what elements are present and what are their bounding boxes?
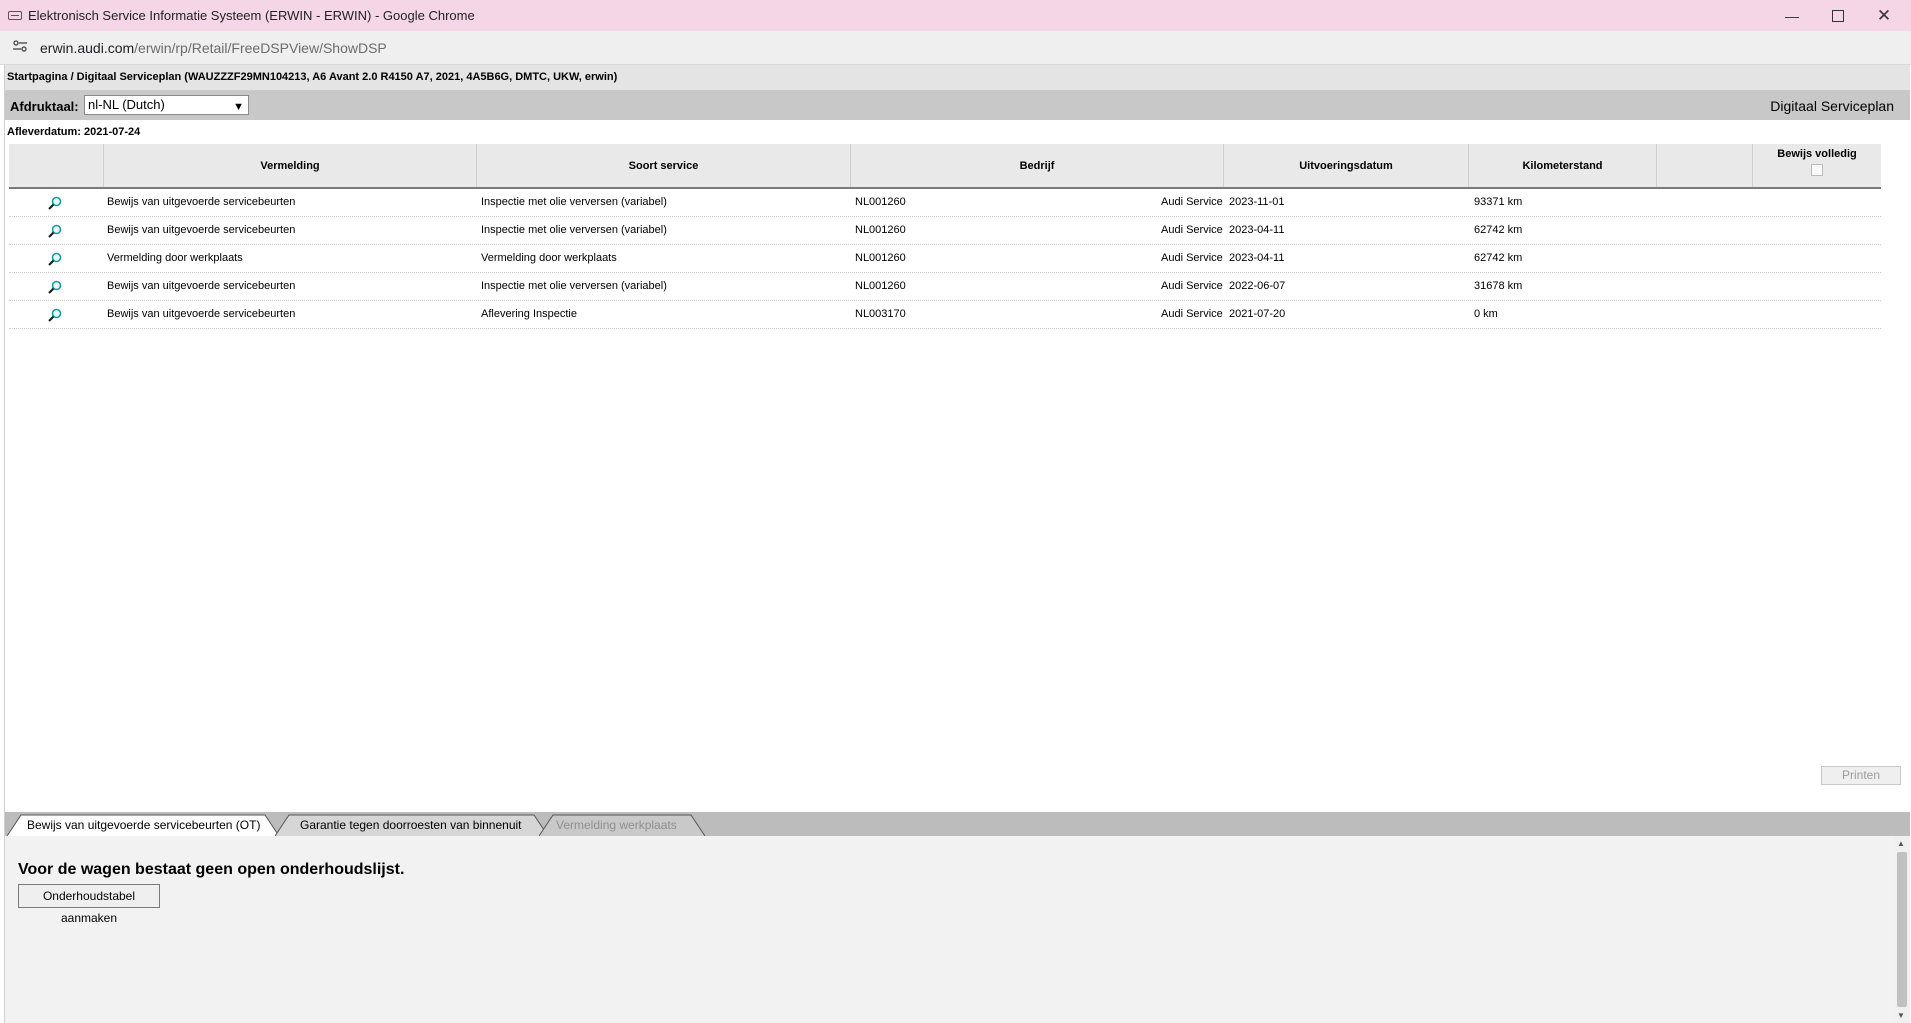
create-maintenance-table-button[interactable]: Onderhoudstabel aanmaken	[18, 884, 160, 925]
cell-dealer-code: NL003170	[855, 308, 906, 320]
tab-label: Vermelding werkplaats	[556, 818, 677, 832]
table-body: Bewijs van uitgevoerde servicebeurten In…	[9, 189, 1881, 329]
breadcrumb-bar: Startpagina / Digitaal Serviceplan (WAUZ…	[5, 65, 1910, 91]
cell-dealer-code: NL001260	[855, 196, 906, 208]
cell-vermelding: Bewijs van uitgevoerde servicebeurten	[107, 196, 296, 208]
window-titlebar: Elektronisch Service Informatie Systeem …	[0, 0, 1911, 31]
window-title: Elektronisch Service Informatie Systeem …	[28, 8, 475, 23]
cell-vermelding: Bewijs van uitgevoerde servicebeurten	[107, 308, 296, 320]
cell-soort-service: Aflevering Inspectie	[481, 308, 577, 320]
close-icon[interactable]: ✕	[1861, 0, 1907, 31]
magnifier-icon[interactable]	[48, 252, 62, 266]
tab-strip: Bewijs van uitgevoerde servicebeurten (O…	[5, 812, 1910, 836]
tab-label: Garantie tegen doorroesten van binnenuit	[300, 818, 522, 832]
cell-soort-service: Vermelding door werkplaats	[481, 252, 617, 264]
cell-datum: 2022-06-07	[1229, 280, 1286, 292]
scroll-thumb[interactable]	[1897, 852, 1907, 1007]
cell-km: 62742 km	[1474, 224, 1523, 236]
cell-datum: 2023-11-01	[1229, 196, 1285, 208]
cell-bedrijf: Audi Service	[1161, 252, 1223, 264]
address-bar: erwin.audi.com/erwin/rp/Retail/FreeDSPVi…	[0, 31, 1911, 65]
cell-soort-service: Inspectie met olie verversen (variabel)	[481, 280, 667, 292]
page-title: Digitaal Serviceplan	[1770, 98, 1894, 114]
cell-bedrijf: Audi Service	[1161, 308, 1223, 320]
tab-panel: Voor de wagen bestaat geen open onderhou…	[5, 836, 1910, 1023]
header-bedrijf[interactable]: Bedrijf	[851, 144, 1224, 187]
cell-bedrijf: Audi Service	[1161, 196, 1223, 208]
url-host: erwin.audi.com	[40, 40, 135, 56]
delivery-date: Afleverdatum: 2021-07-24	[7, 126, 141, 138]
print-language-label: Afdruktaal:	[10, 99, 79, 114]
chevron-down-icon: ▼	[233, 101, 244, 113]
cell-km: 0 km	[1474, 308, 1498, 320]
language-bar: Afdruktaal: nl-NL (Dutch) ▼ Digitaal Ser…	[5, 91, 1910, 120]
magnifier-icon[interactable]	[48, 308, 62, 322]
header-empty	[1657, 144, 1753, 187]
header-action	[9, 144, 104, 187]
table-row: Bewijs van uitgevoerde servicebeurten In…	[9, 217, 1881, 245]
service-table: Vermelding Soort service Bedrijf Uitvoer…	[9, 144, 1881, 329]
url-field[interactable]: erwin.audi.com/erwin/rp/Retail/FreeDSPVi…	[40, 40, 387, 56]
panel-scrollbar[interactable]: ▲ ▼	[1894, 836, 1910, 1023]
table-row: Bewijs van uitgevoerde servicebeurten Af…	[9, 301, 1881, 329]
tab-label: Bewijs van uitgevoerde servicebeurten (O…	[27, 818, 261, 832]
url-path: /erwin/rp/Retail/FreeDSPView/ShowDSP	[134, 40, 387, 56]
table-row: Bewijs van uitgevoerde servicebeurten In…	[9, 273, 1881, 301]
no-maintenance-message: Voor de wagen bestaat geen open onderhou…	[18, 861, 405, 878]
cell-km: 31678 km	[1474, 280, 1523, 292]
tab-garantie-doorroesten[interactable]: Garantie tegen doorroesten van binnenuit	[275, 814, 548, 836]
cell-dealer-code: NL001260	[855, 280, 906, 292]
scroll-up-icon[interactable]: ▲	[1897, 839, 1905, 848]
print-language-value: nl-NL (Dutch)	[88, 97, 165, 112]
cell-soort-service: Inspectie met olie verversen (variabel)	[481, 196, 667, 208]
cell-vermelding: Vermelding door werkplaats	[107, 252, 243, 264]
bewijs-volledig-checkbox[interactable]	[1811, 164, 1823, 176]
maximize-icon[interactable]	[1815, 0, 1861, 31]
cell-soort-service: Inspectie met olie verversen (variabel)	[481, 224, 667, 236]
header-uitvoeringsdatum[interactable]: Uitvoeringsdatum	[1224, 144, 1469, 187]
cell-bedrijf: Audi Service	[1161, 224, 1223, 236]
cell-datum: 2021-07-20	[1229, 308, 1286, 320]
scroll-down-icon[interactable]: ▼	[1897, 1011, 1905, 1020]
table-row: Bewijs van uitgevoerde servicebeurten In…	[9, 189, 1881, 217]
minimize-icon[interactable]: —	[1769, 0, 1815, 31]
print-language-select[interactable]: nl-NL (Dutch) ▼	[84, 95, 249, 115]
header-bewijs-volledig: Bewijs volledig	[1753, 144, 1881, 187]
cell-dealer-code: NL001260	[855, 252, 906, 264]
table-header: Vermelding Soort service Bedrijf Uitvoer…	[9, 144, 1881, 189]
magnifier-icon[interactable]	[48, 280, 62, 294]
header-vermelding[interactable]: Vermelding	[104, 144, 477, 187]
cell-km: 93371 km	[1474, 196, 1523, 208]
magnifier-icon[interactable]	[48, 224, 62, 238]
cell-dealer-code: NL001260	[855, 224, 906, 236]
header-soort-service[interactable]: Soort service	[477, 144, 851, 187]
cell-datum: 2023-04-11	[1229, 224, 1285, 236]
app-content: Startpagina / Digitaal Serviceplan (WAUZ…	[4, 65, 1910, 1023]
tab-vermelding-werkplaats[interactable]: Vermelding werkplaats	[539, 814, 705, 836]
cell-km: 62742 km	[1474, 252, 1523, 264]
bewijs-volledig-label: Bewijs volledig	[1777, 148, 1857, 160]
cell-datum: 2023-04-11	[1229, 252, 1285, 264]
print-button[interactable]: Printen	[1821, 766, 1901, 785]
breadcrumb[interactable]: Startpagina / Digitaal Serviceplan (WAUZ…	[7, 71, 617, 83]
cell-bedrijf: Audi Service	[1161, 280, 1223, 292]
table-row: Vermelding door werkplaats Vermelding do…	[9, 245, 1881, 273]
tune-icon[interactable]	[9, 39, 31, 55]
magnifier-icon[interactable]	[48, 196, 62, 210]
app-window-icon	[8, 11, 22, 20]
cell-vermelding: Bewijs van uitgevoerde servicebeurten	[107, 280, 296, 292]
tab-bewijs-servicebeurten[interactable]: Bewijs van uitgevoerde servicebeurten (O…	[7, 814, 279, 836]
header-kilometerstand[interactable]: Kilometerstand	[1469, 144, 1657, 187]
cell-vermelding: Bewijs van uitgevoerde servicebeurten	[107, 224, 296, 236]
